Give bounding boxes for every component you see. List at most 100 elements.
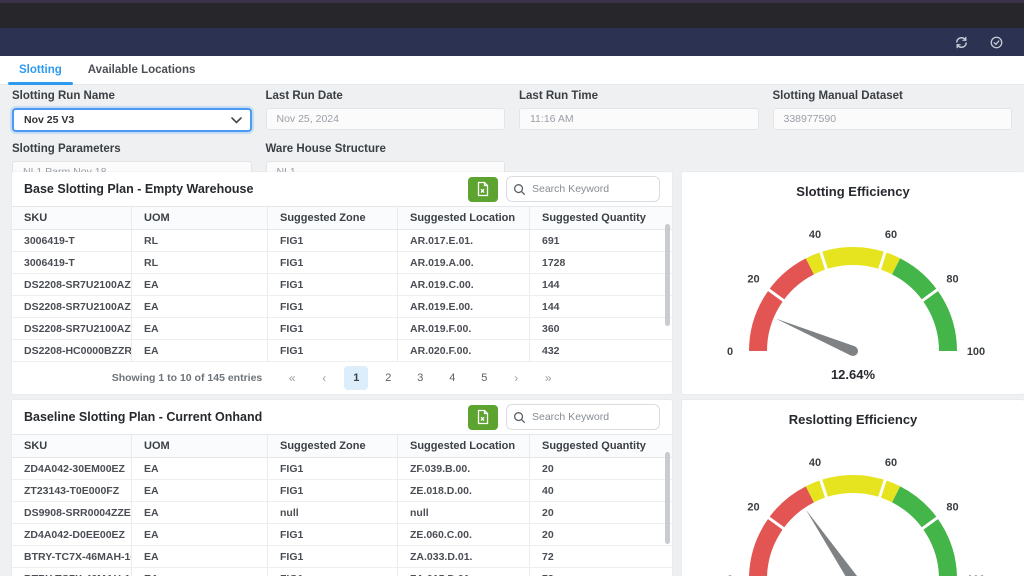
field-label: Ware House Structure [266,143,506,155]
refresh-icon[interactable] [954,35,969,50]
gauge-title: Reslotting Efficiency [682,412,1024,427]
table-cell: FIG1 [268,524,398,545]
table-row[interactable]: 3006419-TRLFIG1AR.017.E.01.691 [12,230,672,252]
search-box[interactable] [506,404,660,430]
svg-text:20: 20 [747,274,759,286]
svg-text:0: 0 [727,346,733,358]
column-header[interactable]: Suggested Quantity [530,207,672,229]
field-last-run-time: Last Run Time 11:16 AM [519,88,759,132]
table-cell: EA [132,480,268,501]
pagination-summary: Showing 1 to 10 of 145 entries [112,372,263,384]
svg-text:60: 60 [885,229,897,241]
table-cell: EA [132,524,268,545]
page-button-1[interactable]: 1 [344,366,368,390]
app-bar [0,28,1024,56]
column-header[interactable]: SKU [12,207,132,229]
table-cell: RL [132,230,268,251]
column-header[interactable]: Suggested Location [398,207,530,229]
table-cell: BTRY-TC7X-46MAH-10 [12,568,132,576]
column-header[interactable]: UOM [132,435,268,457]
table-cell: FIG1 [268,318,398,339]
tab-available-locations[interactable]: Available Locations [75,64,209,84]
file-export-icon [476,409,490,425]
last-run-date-input[interactable]: Nov 25, 2024 [266,108,506,130]
slotting-run-name-select[interactable]: Nov 25 V3 [12,108,252,132]
vertical-scrollbar[interactable] [665,452,670,544]
table-row[interactable]: ZT23143-T0E000FZEAFIG1ZE.018.D.00.40 [12,480,672,502]
search-input[interactable] [530,410,634,424]
search-icon [513,183,526,196]
search-box[interactable] [506,176,660,202]
table-cell: 1728 [530,252,672,273]
table-cell: DS9908-SRR0004ZZEU [12,502,132,523]
check-circle-icon[interactable] [989,35,1004,50]
table-title: Base Slotting Plan - Empty Warehouse [24,182,253,196]
table-cell: 144 [530,274,672,295]
tab-slotting[interactable]: Slotting [6,64,75,84]
next-page-button[interactable]: › [504,366,528,390]
reslotting-efficiency-card: Reslotting Efficiency 020406080100 [682,400,1024,576]
table-cell: DS2208-SR7U2100AZW [12,274,132,295]
table-row[interactable]: DS2208-SR7U2100AZWEAFIG1AR.019.E.00.144 [12,296,672,318]
form-section: Slotting Run Name Nov 25 V3 Last Run Dat… [12,88,1012,183]
table-cell: 3006419-T [12,252,132,273]
slotting-manual-dataset-input[interactable]: 338977590 [773,108,1013,130]
column-header[interactable]: Suggested Zone [268,435,398,457]
page-button-2[interactable]: 2 [376,366,400,390]
table-cell: AR.019.A.00. [398,252,530,273]
previous-page-button[interactable]: ‹ [312,366,336,390]
table-row[interactable]: BTRY-TC7X-46MAH-10EAFIG1ZA.033.D.01.72 [12,546,672,568]
first-page-button[interactable]: « [280,366,304,390]
table-cell: ZA.015.D.01. [398,568,530,576]
table-header-row: SKUUOMSuggested ZoneSuggested LocationSu… [12,206,672,230]
last-run-time-input[interactable]: 11:16 AM [519,108,759,130]
table-cell: FIG1 [268,230,398,251]
page-button-4[interactable]: 4 [440,366,464,390]
file-export-icon [476,181,490,197]
svg-text:40: 40 [809,457,821,469]
table-cell: 72 [530,546,672,567]
gauge-value-label: 12.64% [831,367,876,382]
table-cell: null [398,502,530,523]
table-row[interactable]: 3006419-TRLFIG1AR.019.A.00.1728 [12,252,672,274]
export-excel-button[interactable] [468,177,498,202]
field-last-run-date: Last Run Date Nov 25, 2024 [266,88,506,132]
table-cell: FIG1 [268,480,398,501]
table-row[interactable]: DS2208-SR7U2100AZWEAFIG1AR.019.F.00.360 [12,318,672,340]
svg-text:40: 40 [809,229,821,241]
table-cell: FIG1 [268,252,398,273]
table-cell: FIG1 [268,340,398,361]
table-cell: 360 [530,318,672,339]
table-cell: FIG1 [268,458,398,479]
page-button-3[interactable]: 3 [408,366,432,390]
export-excel-button[interactable] [468,405,498,430]
table-cell: EA [132,458,268,479]
svg-text:80: 80 [946,502,958,514]
page-number-group: 12345 [344,366,496,390]
last-page-button[interactable]: » [536,366,560,390]
column-header[interactable]: Suggested Location [398,435,530,457]
table-cell: 432 [530,340,672,361]
column-header[interactable]: Suggested Zone [268,207,398,229]
table-row[interactable]: BTRY-TC7X-46MAH-10EAFIG1ZA.015.D.01.72 [12,568,672,576]
field-slotting-run-name: Slotting Run Name Nov 25 V3 [12,88,252,132]
table-cell: AR.019.E.00. [398,296,530,317]
column-header[interactable]: Suggested Quantity [530,435,672,457]
table-row[interactable]: ZD4A042-30EM00EZEAFIG1ZF.039.B.00.20 [12,458,672,480]
table-row[interactable]: DS2208-HC0000BZZRWEAFIG1AR.020.F.00.432 [12,340,672,362]
table-title: Baseline Slotting Plan - Current Onhand [24,410,262,424]
column-header[interactable]: UOM [132,207,268,229]
card-header: Baseline Slotting Plan - Current Onhand [12,400,672,434]
vertical-scrollbar[interactable] [665,224,670,326]
table-row[interactable]: ZD4A042-D0EE00EZEAFIG1ZE.060.C.00.20 [12,524,672,546]
table-cell: AR.019.F.00. [398,318,530,339]
search-icon [513,411,526,424]
base-slotting-plan-card: Base Slotting Plan - Empty Warehouse [12,172,672,394]
column-header[interactable]: SKU [12,435,132,457]
search-input[interactable] [530,182,634,196]
table-cell: EA [132,340,268,361]
table-row[interactable]: DS9908-SRR0004ZZEUEAnullnull20 [12,502,672,524]
page-button-5[interactable]: 5 [472,366,496,390]
main-content: Slotting Run Name Nov 25 V3 Last Run Dat… [0,84,1024,576]
table-row[interactable]: DS2208-SR7U2100AZWEAFIG1AR.019.C.00.144 [12,274,672,296]
